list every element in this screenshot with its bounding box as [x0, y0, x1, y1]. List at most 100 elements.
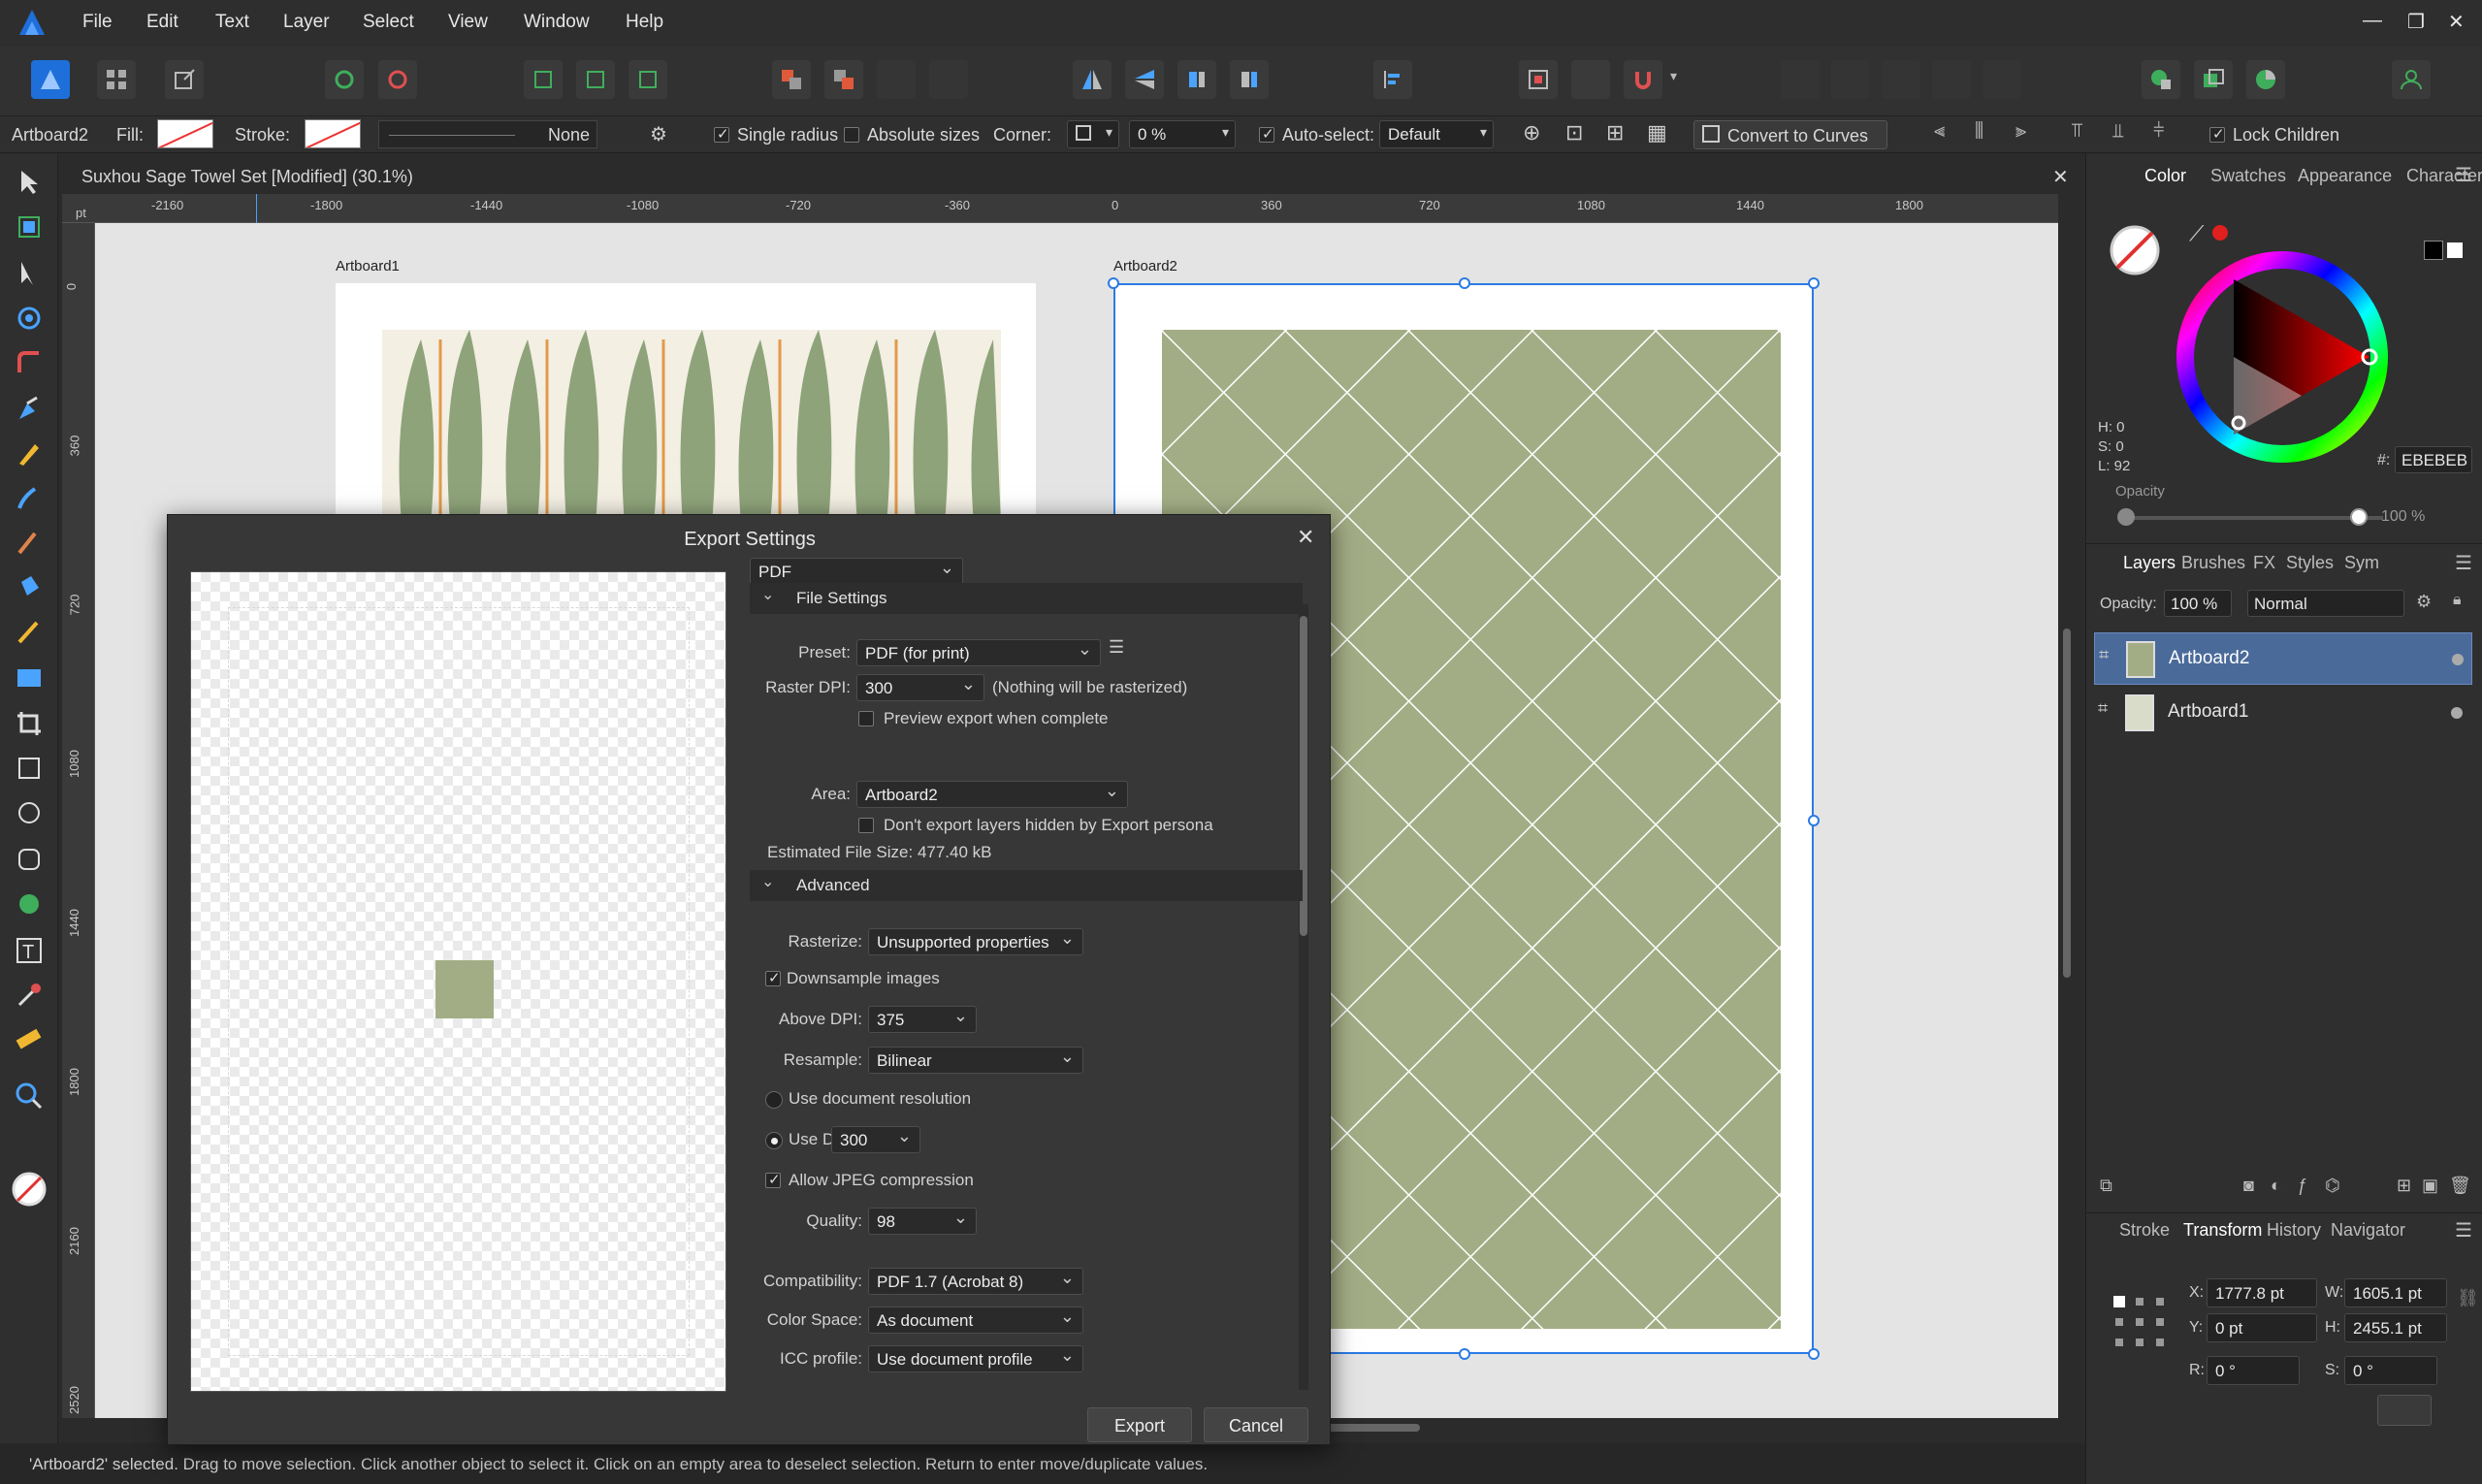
hex-input[interactable]: EBEBEB — [2395, 446, 2472, 473]
visibility-toggle[interactable] — [2451, 707, 2463, 719]
above-dpi-input[interactable]: 375 — [868, 1006, 977, 1033]
boolean-add-button[interactable] — [1519, 60, 1558, 99]
tab-layers[interactable]: Layers — [2123, 553, 2176, 573]
fill-stroke-selector-icon[interactable] — [2106, 221, 2164, 279]
document-tab[interactable]: Suxhou Sage Towel Set [Modified] (30.1%)… — [62, 159, 2079, 194]
layer-opacity-dropdown[interactable]: 100 % — [2164, 590, 2232, 617]
crop-tool-icon[interactable] — [14, 708, 45, 739]
designer-persona-button[interactable] — [31, 60, 70, 99]
flip-horizontal-button[interactable] — [1073, 60, 1112, 99]
auto-select-checkbox[interactable] — [1259, 125, 1274, 143]
geometry-subtract-button[interactable] — [1831, 60, 1870, 99]
format-dropdown[interactable]: PDF — [750, 558, 963, 585]
rotate-ccw-button[interactable] — [1177, 60, 1216, 99]
preset-menu-icon[interactable]: ☰ — [1109, 637, 1124, 658]
artboard1-label[interactable]: Artboard1 — [336, 258, 400, 274]
mask-icon[interactable]: ◙ — [2243, 1176, 2254, 1196]
arrange-top-button[interactable] — [929, 60, 968, 99]
corner-type-dropdown[interactable] — [1067, 120, 1119, 148]
icc-profile-dropdown[interactable]: Use document profile — [868, 1345, 1083, 1372]
align-right-icon[interactable]: ⫸ — [2015, 120, 2026, 143]
measure-tool-icon[interactable] — [14, 1024, 45, 1055]
resize-handle[interactable] — [1108, 277, 1119, 289]
lock-children-checkbox[interactable] — [2209, 125, 2225, 143]
snapping-dropdown-icon[interactable]: ▾ — [1670, 68, 1677, 84]
eyedropper-icon[interactable]: ⟋ — [2189, 221, 2204, 246]
use-dpi-input[interactable]: 300 — [831, 1126, 920, 1153]
resize-handle[interactable] — [1459, 277, 1470, 289]
fill-swatch[interactable] — [157, 119, 213, 148]
gradient-tool-icon[interactable] — [14, 617, 45, 648]
pixel-persona-button[interactable] — [97, 60, 136, 99]
rotate-cw-button[interactable] — [1230, 60, 1269, 99]
geometry-add-button[interactable] — [1781, 60, 1820, 99]
add-layer-icon[interactable]: ⊞ — [2397, 1176, 2411, 1196]
grid-icon[interactable]: ▦ — [1647, 120, 1667, 145]
preview-export-checkbox[interactable] — [858, 711, 874, 726]
geometry-intersect-button[interactable] — [1882, 60, 1920, 99]
transform-menu-icon[interactable]: ☰ — [2455, 1218, 2472, 1242]
resample-dropdown[interactable]: Bilinear — [868, 1047, 1083, 1074]
stroke-style-picker[interactable]: None — [378, 120, 597, 148]
panel-menu-icon[interactable]: ☰ — [2455, 163, 2472, 187]
menu-file[interactable]: File — [82, 12, 113, 33]
file-settings-header[interactable]: File Settings — [750, 583, 1303, 614]
move-tool-icon[interactable] — [14, 167, 45, 198]
node-tool-icon[interactable] — [14, 258, 45, 289]
restore-button[interactable]: ❐ — [2407, 10, 2425, 34]
tab-history[interactable]: History — [2267, 1220, 2321, 1241]
menu-view[interactable]: View — [448, 12, 488, 33]
area-dropdown[interactable]: Artboard2 — [856, 781, 1128, 808]
layer-settings-icon[interactable]: ⚙ — [2416, 592, 2432, 612]
y-input[interactable]: 0 pt — [2207, 1313, 2317, 1342]
dialog-close-icon[interactable]: ✕ — [1297, 525, 1314, 550]
align-bottom-icon[interactable]: ⫩ — [2153, 120, 2164, 143]
h-input[interactable]: 2455.1 pt — [2344, 1313, 2447, 1342]
auto-select-dropdown[interactable]: Default — [1379, 120, 1494, 148]
opacity-slider[interactable] — [2121, 516, 2383, 520]
rounded-rectangle-tool-icon[interactable] — [14, 844, 45, 875]
menu-select[interactable]: Select — [363, 12, 414, 33]
arrange-front-button[interactable] — [877, 60, 916, 99]
export-persona-button[interactable] — [165, 60, 204, 99]
arrange-back-button[interactable] — [772, 60, 811, 99]
color-wheel[interactable] — [2176, 250, 2389, 464]
vector-brush-tool-icon[interactable] — [14, 483, 45, 514]
geometry-divide-button[interactable] — [1982, 60, 2021, 99]
artboard2-label[interactable]: Artboard2 — [1113, 258, 1177, 274]
point-transform-tool-icon[interactable] — [14, 303, 45, 334]
preset-dropdown[interactable]: PDF (for print) — [856, 639, 1101, 666]
aspect-lock-icon[interactable]: ⛓︎ — [2457, 1288, 2479, 1308]
close-window-button[interactable]: ✕ — [2448, 10, 2465, 34]
blend-mode-dropdown[interactable]: Normal — [2247, 590, 2404, 617]
dont-export-hidden-checkbox[interactable] — [858, 818, 874, 833]
stroke-swatch[interactable] — [305, 119, 361, 148]
compatibility-dropdown[interactable]: PDF 1.7 (Acrobat 8) — [868, 1268, 1083, 1295]
tab-color[interactable]: Color — [2144, 166, 2186, 186]
resize-handle[interactable] — [1459, 1348, 1470, 1360]
settings-scrollbar[interactable] — [1299, 604, 1308, 1390]
convert-to-curves-button[interactable]: Convert to Curves — [1693, 120, 1887, 149]
ellipse-tool-icon[interactable] — [14, 797, 45, 828]
use-dpi-radio[interactable] — [765, 1132, 783, 1149]
brush-tool-icon[interactable] — [14, 528, 45, 559]
opacity-slider-handle-left[interactable] — [2117, 508, 2135, 526]
fill-stroke-swatch-icon[interactable] — [10, 1170, 48, 1209]
menu-edit[interactable]: Edit — [146, 12, 178, 33]
rotation-input[interactable]: 0 ° — [2207, 1356, 2300, 1385]
black-swatch[interactable] — [2424, 241, 2443, 260]
snapping-magnet-button[interactable] — [1624, 60, 1662, 99]
shear-input[interactable]: 0 ° — [2344, 1356, 2437, 1385]
allow-jpeg-checkbox[interactable] — [765, 1171, 781, 1188]
color-space-dropdown[interactable]: As document — [868, 1307, 1083, 1334]
fill-tool-icon[interactable] — [14, 572, 45, 603]
advanced-header[interactable]: Advanced — [750, 870, 1303, 901]
zoom-tool-icon[interactable] — [14, 1081, 45, 1112]
export-button[interactable]: Export — [1087, 1407, 1192, 1442]
rasterize-dropdown[interactable]: Unsupported properties — [868, 928, 1083, 955]
layer-row-artboard1[interactable]: ⌗ Artboard1 — [2094, 687, 2472, 739]
snapping-settings-button[interactable] — [378, 60, 417, 99]
rectangle-tool-icon[interactable] — [14, 753, 45, 784]
resize-handle[interactable] — [1808, 1348, 1820, 1360]
fx-icon[interactable]: ƒ — [2298, 1176, 2307, 1196]
